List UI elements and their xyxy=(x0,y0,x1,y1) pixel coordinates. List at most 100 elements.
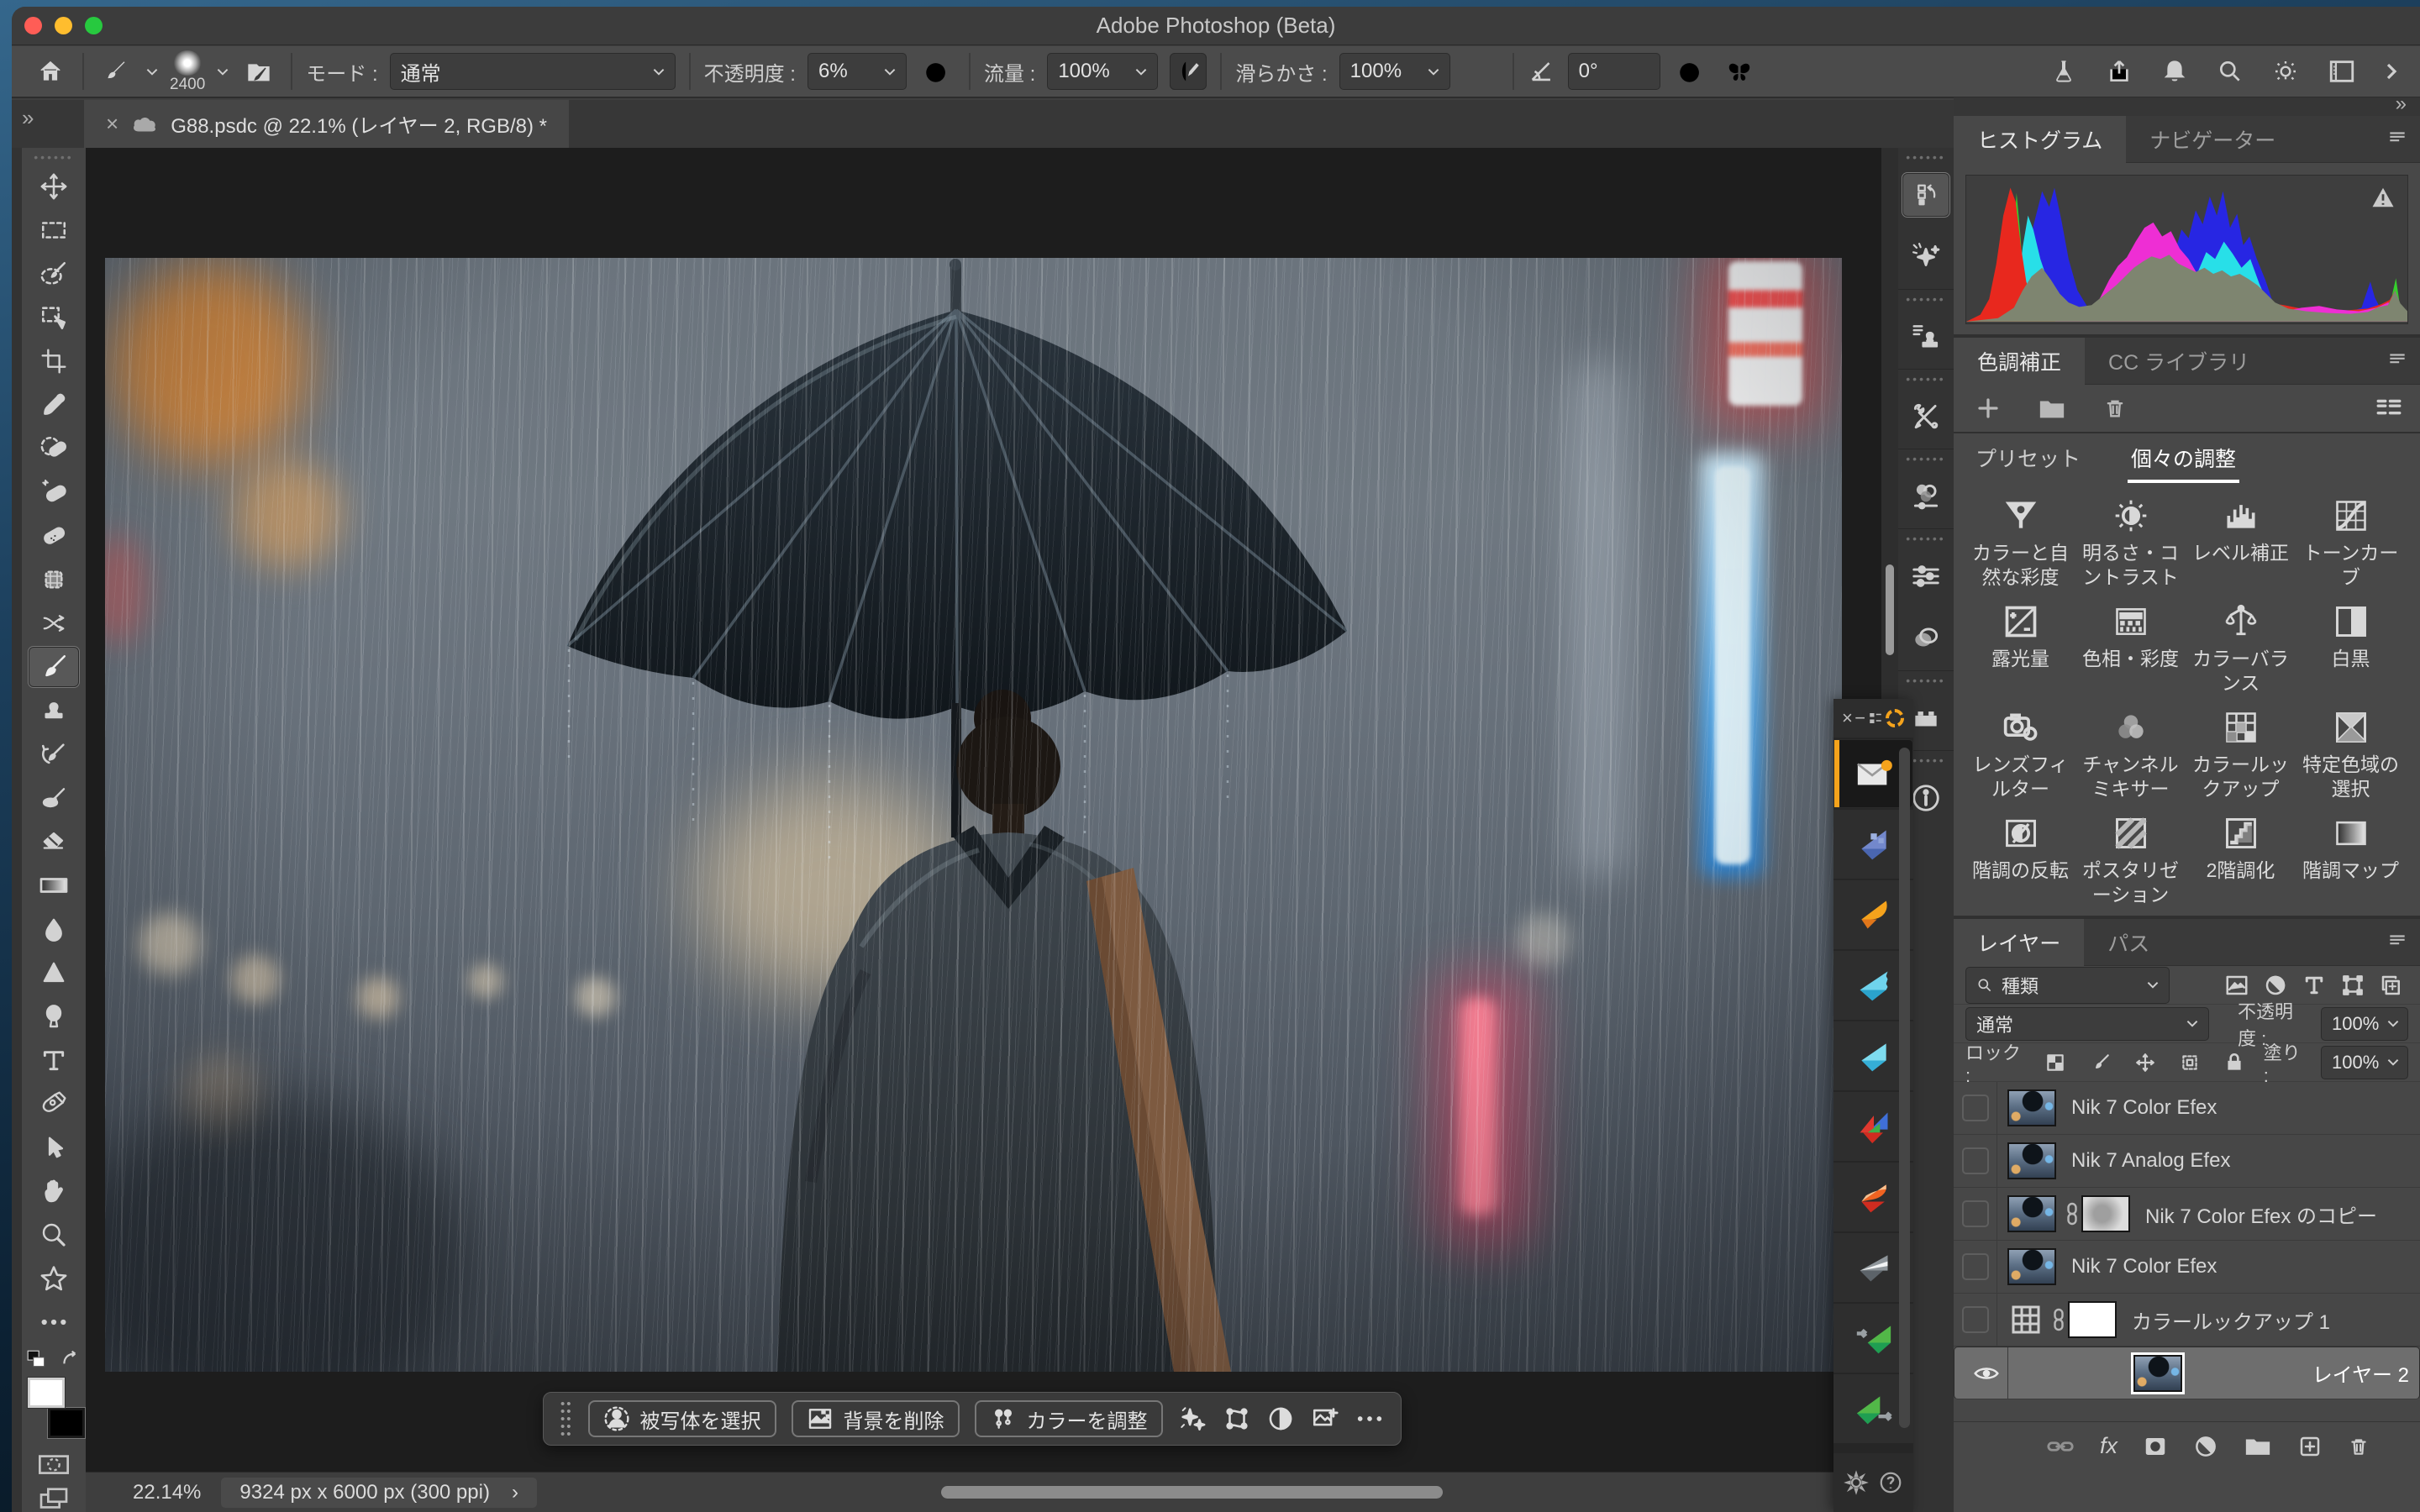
layer-mask-link-icon[interactable] xyxy=(2063,1201,2081,1226)
visibility-checkbox-empty[interactable] xyxy=(1962,1200,1989,1227)
visibility-toggle[interactable] xyxy=(1954,1135,1997,1187)
lock-all-icon[interactable] xyxy=(2219,1052,2250,1074)
layer-mask-link-icon[interactable] xyxy=(2049,1307,2068,1332)
custom-shape-tool[interactable] xyxy=(29,1258,79,1299)
lock-artboard-icon[interactable] xyxy=(2174,1052,2205,1074)
visibility-checkbox-empty[interactable] xyxy=(1962,1095,1989,1121)
share-icon[interactable] xyxy=(2106,57,2133,86)
visibility-toggle[interactable] xyxy=(1954,1294,1997,1346)
canvas-area[interactable]: •••••••••• 被写体を選択 背景を削除 カラーを調整 xyxy=(86,148,1881,1472)
layer-name[interactable]: Nik 7 Color Efex xyxy=(2071,1096,2217,1120)
nik-help-icon[interactable] xyxy=(1878,1470,1903,1495)
move-tool[interactable] xyxy=(29,166,79,207)
layer-name[interactable]: カラールックアップ 1 xyxy=(2132,1305,2330,1335)
filter-shape-layers-icon[interactable] xyxy=(2336,973,2370,998)
patch-tool[interactable] xyxy=(29,559,79,600)
beta-feedback-flask-icon[interactable] xyxy=(2050,57,2077,86)
adjustment-levels[interactable]: レベル補正 xyxy=(2186,497,2296,590)
brush-tool[interactable] xyxy=(29,647,79,687)
panel-menu-icon[interactable] xyxy=(2386,349,2408,371)
zoom-level[interactable]: 22.14% xyxy=(133,1481,201,1504)
chevron-down-icon[interactable] xyxy=(146,68,158,76)
eyedropper-tool[interactable] xyxy=(29,385,79,425)
object-selection-tool[interactable] xyxy=(29,297,79,338)
visibility-toggle[interactable] xyxy=(1954,1188,1997,1240)
tab-navigator[interactable]: ナビゲーター xyxy=(2126,116,2299,163)
adjustment-brightness-contrast[interactable]: 明るさ・コントラスト xyxy=(2075,497,2186,590)
status-chevron-icon[interactable]: › xyxy=(512,1481,518,1504)
screen-mode-icon[interactable] xyxy=(37,1486,71,1512)
dock-grip[interactable]: •••••• xyxy=(1906,534,1945,543)
gradient-tool[interactable] xyxy=(29,865,79,906)
path-selection-tool[interactable] xyxy=(29,1127,79,1168)
eraser-tool[interactable] xyxy=(29,822,79,862)
hand-tool[interactable] xyxy=(29,1171,79,1211)
visibility-toggle[interactable] xyxy=(1954,1082,1997,1134)
adjustment-posterize[interactable]: ポスタリゼーション xyxy=(2075,815,2186,907)
adjustment-vibrance[interactable]: カラーと自然な彩度 xyxy=(1965,497,2075,590)
document-image[interactable] xyxy=(105,258,1842,1372)
history-panel-icon[interactable] xyxy=(1902,173,1949,217)
home-button[interactable] xyxy=(32,53,69,90)
smoothing-select[interactable]: 100% xyxy=(1339,53,1450,90)
dodge-tool[interactable] xyxy=(29,996,79,1037)
filter-type-layers-icon[interactable] xyxy=(2297,973,2331,998)
lock-pixels-brush-icon[interactable] xyxy=(2085,1052,2116,1074)
horizontal-scrollbar-thumb[interactable] xyxy=(941,1486,1443,1499)
layer-style-fx-icon[interactable]: fx xyxy=(2100,1433,2118,1459)
blend-mode-select[interactable]: 通常 xyxy=(390,53,676,90)
layer-thumbnail[interactable] xyxy=(2133,1355,2182,1392)
dock-grip[interactable]: •••••• xyxy=(1906,375,1945,383)
healing-brush-tool[interactable] xyxy=(29,516,79,556)
spot-healing-brush-tool[interactable] xyxy=(29,472,79,512)
toolbar-collapse-chevrons[interactable]: » xyxy=(12,105,84,131)
remove-background-button[interactable]: 背景を削除 xyxy=(792,1400,960,1437)
adjust-color-button[interactable]: カラーを調整 xyxy=(975,1400,1163,1437)
adjustment-halfcircle-icon[interactable] xyxy=(1266,1402,1296,1436)
dock-grip[interactable]: •••••• xyxy=(1906,454,1945,463)
subtab-individual[interactable]: 個々の調整 xyxy=(2131,443,2236,473)
layer-row[interactable]: Nik 7 Color Efex のコピー xyxy=(1954,1188,2420,1241)
layer-row[interactable]: Nik 7 Color Efex xyxy=(1954,1241,2420,1294)
filter-pixel-layers-icon[interactable] xyxy=(2220,973,2254,998)
background-color-swatch[interactable] xyxy=(48,1408,85,1438)
adjustment-curves[interactable]: トーンカーブ xyxy=(2296,497,2406,590)
notifications-bell-icon[interactable] xyxy=(2161,57,2188,86)
layer-row[interactable]: Nik 7 Analog Efex xyxy=(1954,1135,2420,1188)
layer-opacity-select[interactable]: 100% xyxy=(2321,1007,2408,1041)
chevron-down-icon[interactable] xyxy=(217,68,229,76)
tools-troubleshoot-panel-icon[interactable] xyxy=(1902,395,1949,438)
nik-minimize-icon[interactable]: − xyxy=(1854,707,1865,729)
add-adjustment-icon[interactable] xyxy=(1975,396,2001,421)
dock-grip[interactable]: •••••• xyxy=(1906,295,1945,303)
blur-tool[interactable] xyxy=(29,909,79,949)
layer-name[interactable]: Nik 7 Analog Efex xyxy=(2071,1149,2230,1173)
search-icon[interactable] xyxy=(2217,57,2244,86)
pressure-size-icon[interactable] xyxy=(1672,53,1709,90)
zoom-tool[interactable] xyxy=(29,1215,79,1255)
list-view-icon[interactable] xyxy=(2375,396,2403,421)
history-brush-tool[interactable] xyxy=(29,734,79,774)
nik-scrollbar[interactable] xyxy=(1899,748,1910,1428)
tab-adjustments[interactable]: 色調補正 xyxy=(1954,338,2085,385)
discover-lightbulb-icon[interactable] xyxy=(2272,57,2299,86)
document-info[interactable]: 9324 px x 6000 px (300 ppi) › xyxy=(221,1478,537,1508)
add-image-icon[interactable] xyxy=(1311,1402,1340,1436)
layer-name[interactable]: Nik 7 Color Efex のコピー xyxy=(2145,1200,2377,1229)
taskbar-more-icon[interactable] xyxy=(1355,1402,1384,1436)
adjustment-color-balance[interactable]: カラーバランス xyxy=(2186,603,2296,696)
remove-tool[interactable] xyxy=(29,428,79,469)
smoothing-options-gear-icon[interactable] xyxy=(1462,53,1499,90)
opacity-select[interactable]: 6% xyxy=(808,53,907,90)
visibility-checkbox-empty[interactable] xyxy=(1962,1306,1989,1333)
nik-layout-icon[interactable] xyxy=(1868,711,1883,726)
layer-row[interactable]: カラールックアップ 1 xyxy=(1954,1294,2420,1347)
type-tool[interactable] xyxy=(29,1040,79,1080)
adjustment-gradient-map[interactable]: 階調マップ xyxy=(2296,815,2406,907)
generative-sparkle-icon[interactable] xyxy=(1178,1402,1207,1436)
adjustment-exposure[interactable]: 露光量 xyxy=(1965,603,2075,696)
pen-tool[interactable] xyxy=(29,1084,79,1124)
histogram-refresh-warning-icon[interactable] xyxy=(2370,186,2396,209)
layer-mask-thumbnail[interactable] xyxy=(2081,1195,2130,1232)
layer-name[interactable]: Nik 7 Color Efex xyxy=(2071,1255,2217,1278)
